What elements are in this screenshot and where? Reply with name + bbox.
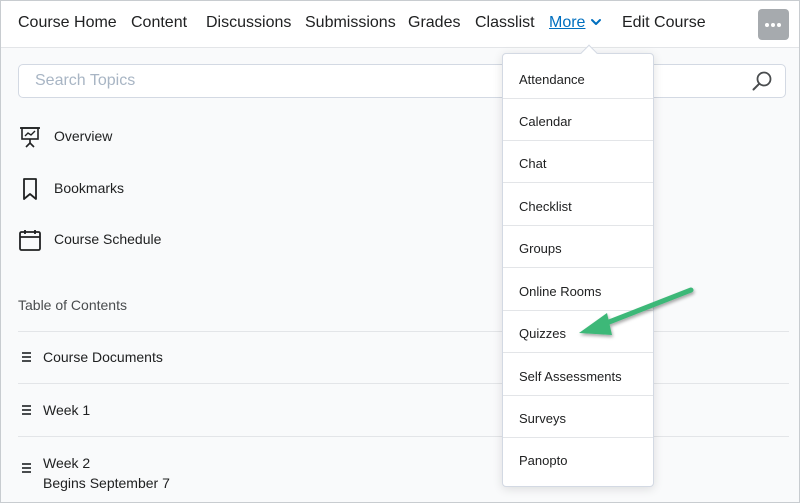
more-dropdown-menu: Attendance Calendar Chat Checklist Group… bbox=[502, 44, 654, 487]
menu-item-label: Quizzes bbox=[519, 326, 566, 341]
nav-grades[interactable]: Grades bbox=[408, 14, 460, 32]
nav-classlist[interactable]: Classlist bbox=[475, 14, 535, 32]
menu-item-online-rooms[interactable]: Online Rooms bbox=[503, 269, 653, 311]
module-title: Course Documents bbox=[43, 349, 163, 365]
toc-divider bbox=[18, 436, 789, 437]
module-subtitle: Begins September 7 bbox=[43, 475, 170, 491]
menu-item-chat[interactable]: Chat bbox=[503, 141, 653, 183]
menu-item-label: Attendance bbox=[519, 72, 585, 87]
menu-item-self-assessments[interactable]: Self Assessments bbox=[503, 354, 653, 396]
menu-item-label: Checklist bbox=[519, 199, 572, 214]
menu-item-checklist[interactable]: Checklist bbox=[503, 184, 653, 226]
nav-course-home[interactable]: Course Home bbox=[18, 14, 117, 32]
course-schedule-label: Course Schedule bbox=[54, 231, 162, 247]
menu-item-label: Calendar bbox=[519, 114, 572, 129]
menu-item-groups[interactable]: Groups bbox=[503, 226, 653, 268]
ellipsis-icon[interactable] bbox=[758, 9, 789, 40]
menu-item-label: Groups bbox=[519, 241, 562, 256]
menu-item-quizzes[interactable]: Quizzes bbox=[503, 311, 653, 353]
menu-item-panopto[interactable]: Panopto bbox=[503, 438, 653, 480]
lms-course-page: Course Home Content Discussions Submissi… bbox=[0, 0, 800, 503]
menu-item-label: Surveys bbox=[519, 411, 566, 426]
drag-handle-icon[interactable] bbox=[22, 352, 31, 362]
menu-item-surveys[interactable]: Surveys bbox=[503, 396, 653, 438]
nav-discussions[interactable]: Discussions bbox=[206, 14, 291, 32]
presentation-board-icon bbox=[20, 127, 40, 148]
overview-label: Overview bbox=[54, 128, 113, 144]
nav-more[interactable]: More bbox=[549, 14, 585, 32]
menu-item-attendance[interactable]: Attendance bbox=[503, 57, 653, 99]
drag-handle-icon[interactable] bbox=[22, 405, 31, 415]
nav-edit-course[interactable]: Edit Course bbox=[622, 14, 706, 32]
toc-divider bbox=[18, 331, 789, 332]
menu-item-label: Self Assessments bbox=[519, 369, 622, 384]
calendar-icon bbox=[19, 230, 41, 251]
course-navbar: Course Home Content Discussions Submissi… bbox=[1, 1, 799, 48]
menu-item-label: Panopto bbox=[519, 453, 568, 468]
nav-submissions[interactable]: Submissions bbox=[305, 14, 396, 32]
drag-handle-icon[interactable] bbox=[22, 463, 31, 473]
menu-item-calendar[interactable]: Calendar bbox=[503, 99, 653, 141]
module-title: Week 1 bbox=[43, 402, 91, 418]
search-input[interactable]: Search Topics bbox=[18, 64, 786, 98]
toc-heading: Table of Contents bbox=[18, 297, 127, 313]
search-icon[interactable] bbox=[751, 70, 773, 92]
module-title: Week 2 bbox=[43, 455, 91, 471]
menu-item-label: Online Rooms bbox=[519, 284, 602, 299]
chevron-down-icon[interactable] bbox=[590, 16, 602, 28]
bookmarks-label: Bookmarks bbox=[54, 180, 125, 196]
nav-content[interactable]: Content bbox=[131, 14, 187, 32]
toc-divider bbox=[18, 383, 789, 384]
bookmark-icon bbox=[23, 178, 37, 200]
search-placeholder: Search Topics bbox=[35, 72, 136, 89]
menu-item-label: Chat bbox=[519, 156, 547, 171]
